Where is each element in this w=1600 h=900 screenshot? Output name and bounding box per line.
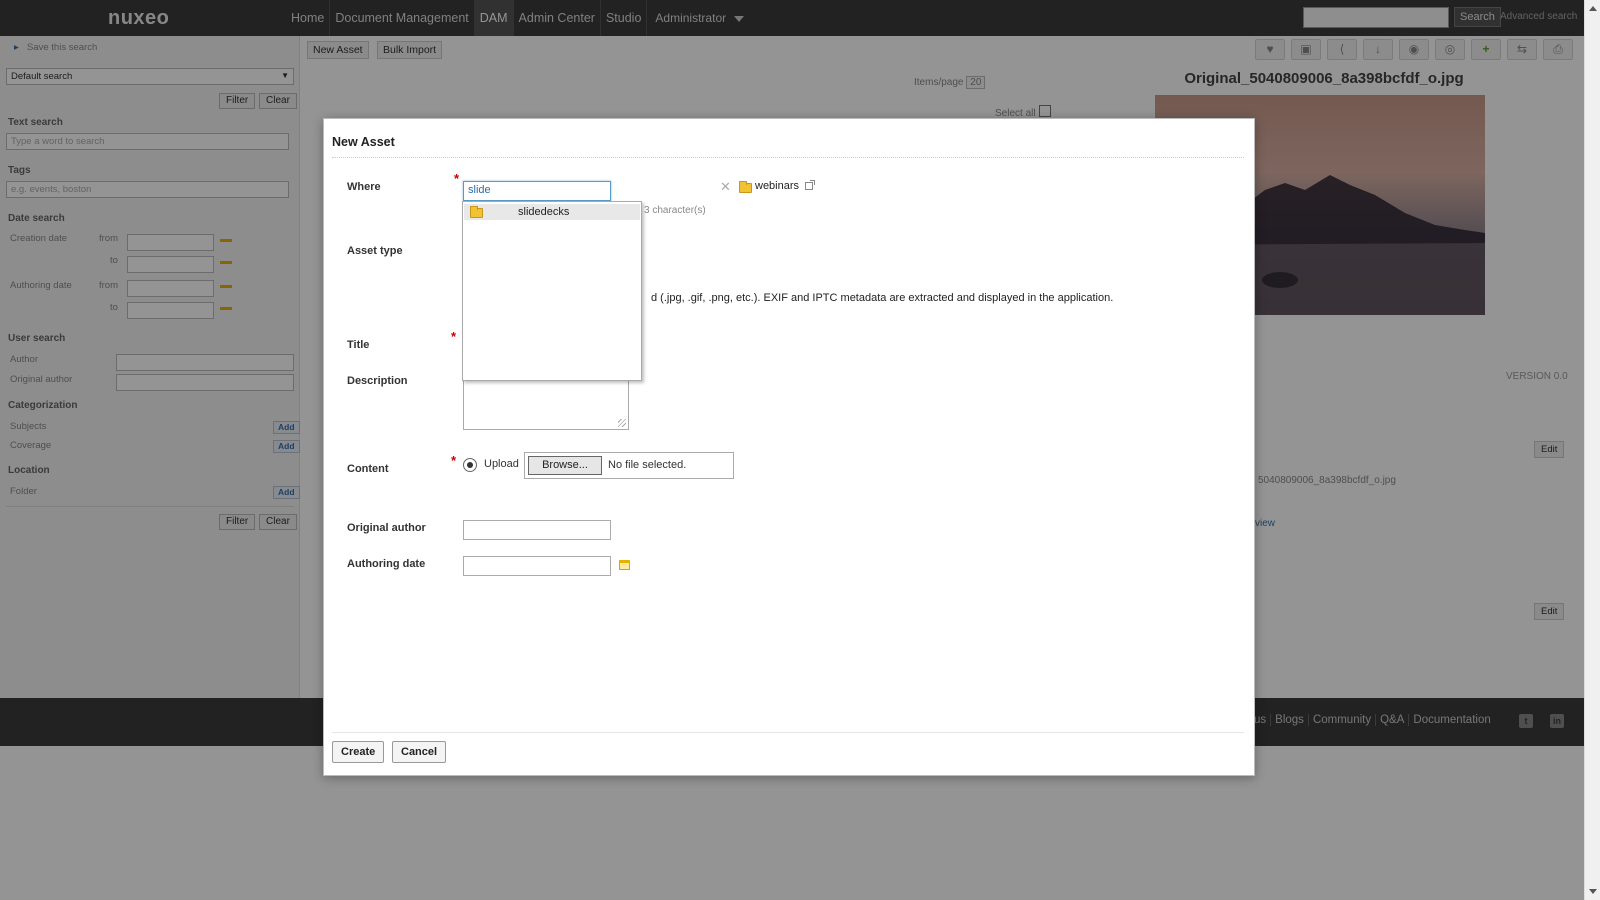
where-suggestions-dropdown: slidedecks (462, 201, 642, 381)
asset-type-description: d (.jpg, .gif, .png, etc.). EXIF and IPT… (651, 292, 1114, 304)
scroll-up-arrow-icon[interactable] (1589, 6, 1597, 11)
upload-radio[interactable] (463, 458, 477, 472)
where-selected-folder[interactable]: webinars (755, 180, 799, 192)
create-button[interactable]: Create (332, 741, 385, 763)
title-label: Title (347, 339, 370, 351)
content-label: Content (347, 463, 389, 475)
dialog-title: New Asset (332, 135, 395, 149)
description-label: Description (347, 375, 408, 387)
scroll-down-arrow-icon[interactable] (1589, 889, 1597, 894)
where-input[interactable]: slide (463, 181, 611, 201)
cancel-button[interactable]: Cancel (392, 741, 447, 763)
authoring-date-input[interactable] (463, 556, 611, 576)
page-scrollbar[interactable] (1584, 0, 1600, 900)
folder-icon (470, 206, 483, 218)
required-marker: * (454, 171, 460, 186)
required-marker: * (451, 329, 457, 344)
new-asset-dialog: New Asset Where * slide 3 character(s) ✕… (323, 118, 1255, 776)
divider (332, 157, 1244, 158)
suggestion-item[interactable]: slidedecks (464, 204, 640, 220)
where-label: Where (347, 181, 381, 193)
upload-label: Upload (484, 458, 519, 470)
original-author-input[interactable] (463, 520, 611, 540)
folder-icon (739, 181, 752, 193)
resize-grip-icon[interactable] (618, 419, 626, 427)
suggestion-label: slidedecks (518, 206, 570, 218)
asset-type-label: Asset type (347, 245, 403, 257)
required-marker: * (451, 453, 457, 468)
divider (332, 732, 1244, 733)
min-chars-hint: 3 character(s) (644, 205, 706, 216)
authoring-date-label: Authoring date (347, 558, 426, 570)
calendar-icon[interactable] (619, 560, 630, 570)
clear-where-icon[interactable]: ✕ (720, 179, 731, 195)
file-status: No file selected. (608, 459, 687, 471)
browse-button[interactable]: Browse... (528, 456, 602, 475)
description-textarea[interactable] (463, 374, 629, 430)
external-link-icon[interactable] (805, 180, 815, 190)
original-author-label: Original author (347, 522, 426, 534)
